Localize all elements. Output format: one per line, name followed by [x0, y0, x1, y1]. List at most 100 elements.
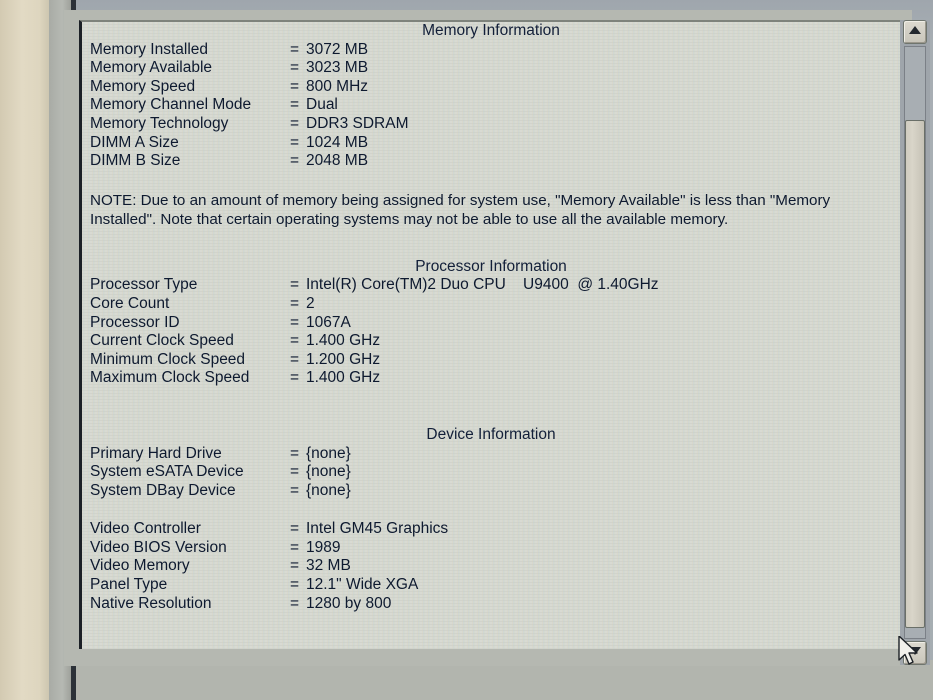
row-equals: = — [290, 114, 300, 132]
row-label: Memory Speed — [90, 77, 196, 95]
row-value: DDR3 SDRAM — [306, 114, 409, 132]
info-row: Processor ID = 1067A — [82, 314, 900, 333]
row-value: Intel GM45 Graphics — [306, 520, 449, 538]
info-row: Memory Channel Mode = Dual — [82, 96, 900, 115]
row-equals: = — [290, 557, 300, 575]
row-equals: = — [290, 481, 300, 499]
row-label: Video Memory — [90, 557, 190, 575]
row-label: Processor Type — [90, 276, 198, 294]
row-value: {none} — [306, 481, 351, 499]
row-value: 1280 by 800 — [306, 594, 392, 612]
info-row: Panel Type = 12.1" Wide XGA — [82, 576, 900, 595]
row-value: Intel(R) Core(TM)2 Duo CPU U9400 @ 1.40G… — [306, 276, 659, 294]
row-equals: = — [290, 594, 300, 612]
row-equals: = — [290, 444, 300, 462]
section-memory-information: Memory Information Memory Installed = 30… — [82, 22, 900, 230]
row-equals: = — [290, 350, 300, 368]
row-value: 800 MHz — [306, 77, 369, 95]
row-equals: = — [290, 538, 300, 556]
row-value: 32 MB — [306, 557, 351, 575]
device-rows-video: Video Controller = Intel GM45 Graphics V… — [82, 520, 900, 613]
processor-rows: Processor Type = Intel(R) Core(TM)2 Duo … — [82, 276, 900, 388]
info-row: Maximum Clock Speed = 1.400 GHz — [82, 369, 900, 388]
row-equals: = — [290, 294, 300, 312]
row-label: DIMM B Size — [90, 152, 181, 170]
row-value: 1.400 GHz — [306, 369, 381, 387]
info-row: Memory Speed = 800 MHz — [82, 78, 900, 97]
section-processor-information: Processor Information Processor Type = I… — [82, 258, 900, 388]
info-row: Native Resolution = 1280 by 800 — [82, 595, 900, 614]
info-row: Minimum Clock Speed = 1.200 GHz — [82, 351, 900, 370]
section-title-processor: Processor Information — [415, 257, 567, 275]
row-equals: = — [290, 332, 300, 350]
bios-lower-area — [76, 660, 933, 700]
info-row: Primary Hard Drive = {none} — [82, 445, 900, 464]
info-row: Video Controller = Intel GM45 Graphics — [82, 520, 900, 539]
memory-rows: Memory Installed = 3072 MB Memory Availa… — [82, 41, 900, 171]
row-value: 3072 MB — [306, 40, 369, 58]
row-equals: = — [290, 96, 300, 114]
section-title-memory: Memory Information — [422, 22, 560, 39]
row-value: 3023 MB — [306, 59, 369, 77]
row-equals: = — [290, 59, 300, 77]
info-row: Video Memory = 32 MB — [82, 557, 900, 576]
row-equals: = — [290, 133, 300, 151]
row-equals: = — [290, 313, 300, 331]
info-row: Core Count = 2 — [82, 295, 900, 314]
row-label: DIMM A Size — [90, 133, 179, 151]
section-title-device: Device Information — [426, 425, 556, 443]
display-bezel-left — [0, 0, 49, 700]
system-info-content: Memory Information Memory Installed = 30… — [82, 22, 900, 613]
row-equals: = — [290, 520, 300, 538]
row-value: 1.400 GHz — [306, 332, 381, 350]
screen: Memory Information Memory Installed = 30… — [0, 0, 933, 700]
info-row: Current Clock Speed = 1.400 GHz — [82, 332, 900, 351]
row-value: 12.1" Wide XGA — [306, 576, 419, 594]
info-row: DIMM B Size = 2048 MB — [82, 152, 900, 171]
triangle-up-icon — [904, 26, 926, 34]
memory-note-text: NOTE: Due to an amount of memory being a… — [90, 191, 831, 229]
row-label: Video Controller — [90, 520, 201, 538]
info-row: Video BIOS Version = 1989 — [82, 539, 900, 558]
row-equals: = — [290, 152, 300, 170]
row-equals: = — [290, 576, 300, 594]
row-value: 1067A — [306, 313, 351, 331]
info-row: System DBay Device = {none} — [82, 482, 900, 501]
row-value: 1024 MB — [306, 133, 369, 151]
row-value: 1989 — [306, 538, 341, 556]
device-rows-storage: Primary Hard Drive = {none} System eSATA… — [82, 445, 900, 501]
info-row: Memory Installed = 3072 MB — [82, 41, 900, 60]
row-equals: = — [290, 463, 300, 481]
row-label: Memory Installed — [90, 40, 209, 58]
scroll-up-button[interactable] — [903, 20, 927, 44]
row-label: Minimum Clock Speed — [90, 350, 246, 368]
row-label: Maximum Clock Speed — [90, 369, 250, 387]
row-label: Memory Technology — [90, 114, 229, 132]
scroll-down-button[interactable] — [903, 641, 927, 665]
row-value: 2048 MB — [306, 152, 369, 170]
info-row: Memory Available = 3023 MB — [82, 59, 900, 78]
info-row: System eSATA Device = {none} — [82, 463, 900, 482]
row-value: {none} — [306, 463, 351, 481]
vertical-scrollbar[interactable] — [900, 20, 930, 665]
row-equals: = — [290, 77, 300, 95]
row-equals: = — [290, 40, 300, 58]
row-label: Core Count — [90, 294, 170, 312]
row-label: Panel Type — [90, 576, 168, 594]
row-label: Memory Available — [90, 59, 213, 77]
row-value: Dual — [306, 96, 338, 114]
row-value: 1.200 GHz — [306, 350, 381, 368]
row-value: {none} — [306, 444, 351, 462]
row-label: Memory Channel Mode — [90, 96, 252, 114]
scrollbar-thumb[interactable] — [905, 120, 925, 628]
row-label: Processor ID — [90, 313, 180, 331]
row-label: System eSATA Device — [90, 463, 244, 481]
row-label: Native Resolution — [90, 594, 212, 612]
info-row: Processor Type = Intel(R) Core(TM)2 Duo … — [82, 276, 900, 295]
row-label: Video BIOS Version — [90, 538, 227, 556]
section-device-information: Device Information Primary Hard Drive = … — [82, 426, 900, 613]
row-value: 2 — [306, 294, 315, 312]
system-info-panel[interactable]: Memory Information Memory Installed = 30… — [79, 20, 900, 649]
triangle-down-icon — [904, 647, 926, 655]
row-label: Primary Hard Drive — [90, 444, 222, 462]
